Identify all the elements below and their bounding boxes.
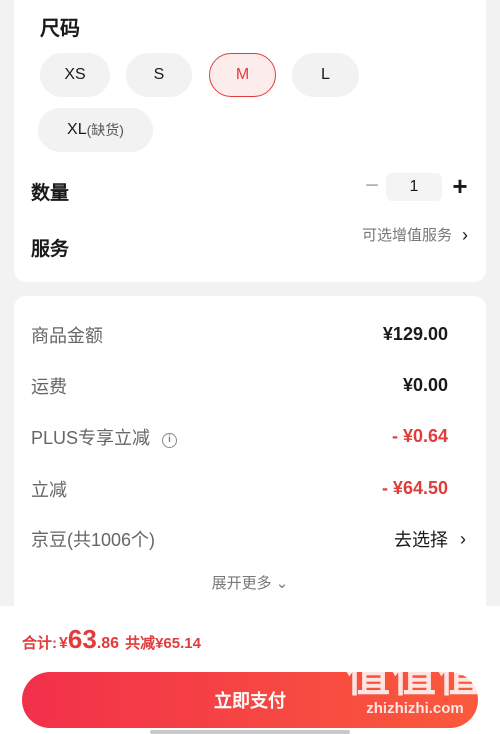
plus-discount-value: - ¥0.64: [391, 426, 448, 446]
instant-discount-value: - ¥64.50: [381, 478, 448, 498]
chevron-right-icon: ›: [462, 224, 468, 245]
shipping-label: 运费: [31, 377, 67, 397]
size-option-label: M: [235, 66, 250, 83]
plus-discount-label-row: PLUS专享立减 i: [31, 424, 178, 450]
watermark: 值值值 zhizhizhi.com: [346, 652, 484, 718]
home-indicator[interactable]: [150, 730, 350, 734]
service-selector[interactable]: 可选增值服务 ›: [362, 224, 468, 245]
checkout-bar: 合计: ¥63.86 共减¥65.14 立即支付 值值值 zhizhizhi.com: [0, 606, 500, 734]
goods-amount-label: 商品金额: [31, 326, 103, 346]
currency-symbol: ¥: [59, 635, 68, 652]
quantity-label: 数量: [31, 183, 70, 204]
quantity-input[interactable]: 1: [386, 173, 442, 201]
size-option-label: L: [321, 66, 330, 83]
size-option-label: S: [153, 66, 165, 83]
shipping-value: ¥0.00: [402, 375, 448, 395]
service-link-text: 可选增值服务: [361, 227, 452, 244]
total-label: 合计:: [22, 635, 57, 652]
plus-discount-label: PLUS专享立减: [31, 428, 151, 448]
jd-beans-selector[interactable]: 去选择 ›: [394, 526, 466, 552]
info-icon[interactable]: i: [162, 433, 178, 448]
pay-now-label: 立即支付: [214, 691, 286, 711]
product-options-card: 尺码 XS S M L XL (缺货) 数量 − 1 + 服务 可选增值服务 ›: [14, 0, 486, 282]
size-option-s[interactable]: S: [126, 53, 192, 97]
total-integer: 63: [67, 624, 97, 654]
total-price: 合计: ¥63.86 共减¥65.14: [22, 624, 201, 655]
total-decimal: .86: [96, 635, 120, 652]
size-title: 尺码: [40, 18, 80, 40]
size-option-stock-note: (缺货): [86, 122, 124, 138]
expand-more-button[interactable]: 展开更多 ⌄: [14, 572, 486, 593]
jd-beans-label: 京豆(共1006个): [31, 530, 156, 550]
size-option-m[interactable]: M: [209, 53, 276, 97]
price-breakdown-card: 商品金额 ¥129.00 运费 ¥0.00 PLUS专享立减 i - ¥0.64 …: [14, 296, 486, 626]
total-savings: 共减¥65.14: [125, 635, 201, 652]
quantity-increment-button[interactable]: +: [448, 171, 472, 201]
chevron-right-icon: ›: [460, 529, 466, 549]
quantity-decrement-button[interactable]: −: [360, 172, 384, 199]
size-option-xl[interactable]: XL (缺货): [38, 108, 153, 152]
size-option-label: XL: [67, 121, 87, 138]
size-option-xs[interactable]: XS: [40, 53, 110, 97]
goods-amount-value: ¥129.00: [382, 324, 448, 344]
watermark-logo: 值值值: [346, 652, 484, 701]
size-option-label: XS: [64, 66, 86, 83]
watermark-text: zhizhizhi.com: [366, 700, 464, 717]
service-label: 服务: [31, 239, 70, 260]
size-option-l[interactable]: L: [292, 53, 359, 97]
instant-discount-label: 立减: [31, 480, 67, 500]
jd-beans-link-text: 去选择: [394, 530, 448, 550]
